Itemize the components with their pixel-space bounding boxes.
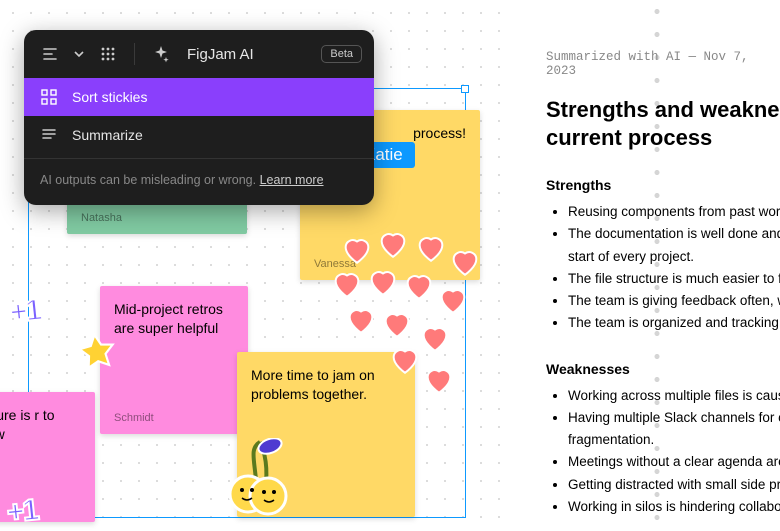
menu-item-label: Sort stickies xyxy=(72,89,147,105)
heart-icon xyxy=(388,343,422,377)
summarize-icon xyxy=(40,126,58,144)
selection-handle-top-right[interactable] xyxy=(461,85,469,93)
sparkle-icon xyxy=(147,40,175,68)
ai-toolbar: FigJam AI Beta Sort stickies Summarize A… xyxy=(24,30,374,205)
heart-icon xyxy=(330,267,364,301)
heart-icon xyxy=(340,233,374,267)
list-item: Reusing components from past work xyxy=(568,201,780,223)
sticky-author: Schmidt xyxy=(114,411,234,426)
toolbar-divider xyxy=(134,43,135,65)
plus-one-sticker[interactable]: +1 xyxy=(8,294,42,331)
menu-item-sort-stickies[interactable]: Sort stickies xyxy=(24,78,374,116)
align-icon[interactable] xyxy=(36,40,64,68)
summary-document: Summarized with AI — Nov 7, 2023 Strengt… xyxy=(506,0,780,521)
doc-title: Strengths and weaknes current process xyxy=(546,96,780,151)
list-item: Working across multiple files is caus xyxy=(568,385,780,407)
menu-item-summarize[interactable]: Summarize xyxy=(24,116,374,154)
sticky-author: Natasha xyxy=(81,211,233,226)
list-item: start of every project. xyxy=(568,246,780,268)
heart-sticker-cluster[interactable] xyxy=(330,225,490,405)
list-item: The documentation is well done and xyxy=(568,223,780,245)
list-item: The file structure is much easier to fo xyxy=(568,268,780,290)
toolbar-header: FigJam AI Beta xyxy=(24,30,374,78)
heart-icon xyxy=(376,227,410,261)
chevron-down-icon[interactable] xyxy=(72,40,86,68)
weaknesses-heading: Weaknesses xyxy=(546,361,780,377)
toolbar-title: FigJam AI xyxy=(187,46,313,63)
star-sticker[interactable] xyxy=(74,330,119,375)
list-item: The team is organized and tracking p xyxy=(568,312,780,334)
doc-meta: Summarized with AI — Nov 7, 2023 xyxy=(546,50,780,78)
sticky-text: tructure is r to follow xyxy=(0,406,81,444)
menu-item-label: Summarize xyxy=(72,127,143,143)
list-item: fragmentation. xyxy=(568,429,780,451)
list-item: Getting distracted with small side pr xyxy=(568,474,780,496)
heart-icon xyxy=(418,321,452,355)
heart-icon xyxy=(414,231,448,265)
list-item: Having multiple Slack channels for c xyxy=(568,407,780,429)
heart-icon xyxy=(380,307,414,341)
list-item: Working in silos is hindering collabor xyxy=(568,496,780,518)
strengths-heading: Strengths xyxy=(546,177,780,193)
plus-one-sticker[interactable]: +1 xyxy=(5,494,39,531)
ai-disclaimer: AI outputs can be misleading or wrong. L… xyxy=(24,158,374,197)
heart-icon xyxy=(344,303,378,337)
sticky-text: Mid-project retros are super helpful xyxy=(114,300,234,338)
sort-stickies-icon xyxy=(40,88,58,106)
heart-icon xyxy=(448,245,482,279)
list-item: Meetings without a clear agenda are xyxy=(568,451,780,473)
weaknesses-list: Working across multiple files is caus Ha… xyxy=(546,385,780,519)
list-item: The team is giving feedback often, w xyxy=(568,290,780,312)
heart-icon xyxy=(366,265,400,299)
cherry-sticker[interactable] xyxy=(220,438,292,518)
strengths-list: Reusing components from past work The do… xyxy=(546,201,780,335)
sticky-note[interactable]: Mid-project retros are super helpful Sch… xyxy=(100,286,248,434)
disclaimer-text: AI outputs can be misleading or wrong. xyxy=(40,173,256,187)
doc-title-line: current process xyxy=(546,125,712,150)
grid-icon[interactable] xyxy=(94,40,122,68)
heart-icon xyxy=(402,269,436,303)
doc-title-line: Strengths and weaknes xyxy=(546,97,780,122)
heart-icon xyxy=(422,363,456,397)
learn-more-link[interactable]: Learn more xyxy=(260,173,324,187)
beta-badge: Beta xyxy=(321,45,362,63)
heart-icon xyxy=(436,283,470,317)
